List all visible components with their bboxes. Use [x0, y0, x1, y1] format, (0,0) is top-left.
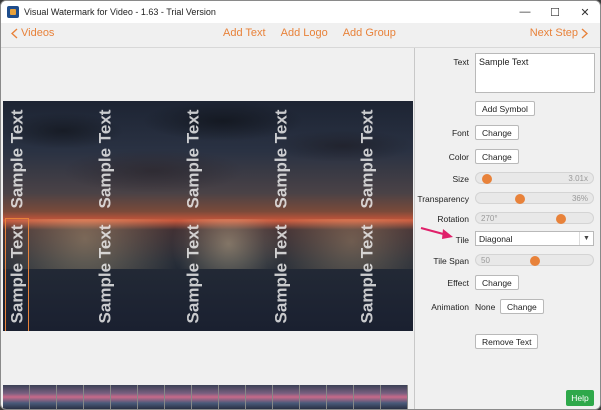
add-symbol-button[interactable]: Add Symbol [475, 101, 535, 116]
watermark-text[interactable]: Sample Text [357, 224, 377, 323]
film-frame [30, 385, 57, 409]
size-slider-knob[interactable] [482, 174, 493, 184]
rotation-slider[interactable]: 270° [475, 212, 594, 224]
watermark-column: Sample Text Sample Text [269, 101, 293, 331]
font-change-button[interactable]: Change [475, 125, 519, 140]
city-lights [3, 219, 413, 269]
chevron-down-icon[interactable]: ▼ [579, 232, 593, 245]
film-frame [192, 385, 219, 409]
film-frame [273, 385, 300, 409]
watermark-text[interactable]: Sample Text [95, 224, 115, 323]
help-button[interactable]: Help [566, 390, 594, 406]
add-text-button[interactable]: Add Text [223, 27, 266, 39]
transparency-slider-knob[interactable] [514, 194, 525, 204]
watermark-selection-box[interactable] [5, 218, 29, 331]
film-frame [57, 385, 84, 409]
preview-area: Sample Text Sample Text Sample Text Samp… [2, 48, 414, 383]
add-menu: Add Text Add Logo Add Group [223, 27, 396, 39]
window-controls: — ☐ ✕ [510, 1, 600, 23]
videos-back-label: Videos [21, 27, 55, 39]
title-bar: Visual Watermark for Video - 1.63 - Tria… [1, 1, 600, 23]
film-frame [354, 385, 381, 409]
chevron-right-icon [581, 27, 588, 39]
text-input[interactable]: Sample Text [475, 53, 595, 93]
effect-change-button[interactable]: Change [475, 275, 519, 290]
top-nav: Videos Add Text Add Logo Add Group Next … [1, 23, 600, 47]
film-frame [300, 385, 327, 409]
size-value: 3.01x [568, 174, 588, 183]
tile-span-label: Tile Span [433, 256, 469, 266]
maximize-icon[interactable]: ☐ [540, 1, 570, 23]
tile-span-slider-knob[interactable] [529, 256, 540, 266]
add-group-button[interactable]: Add Group [343, 27, 396, 39]
film-frame [165, 385, 192, 409]
film-frame [327, 385, 354, 409]
watermark-text[interactable]: Sample Text [183, 109, 203, 208]
animation-label: Animation [431, 302, 469, 312]
tile-span-value: 50 [481, 256, 490, 265]
watermark-text[interactable]: Sample Text [183, 224, 203, 323]
next-step-label: Next Step [529, 27, 578, 39]
film-frame [381, 385, 408, 409]
video-filmstrip[interactable] [3, 385, 408, 409]
watermark-text[interactable]: Sample Text [95, 109, 115, 208]
animation-value: None [475, 302, 496, 312]
film-frame [138, 385, 165, 409]
window-title: Visual Watermark for Video - 1.63 - Tria… [24, 7, 216, 17]
add-logo-button[interactable]: Add Logo [281, 27, 328, 39]
film-frame [3, 385, 30, 409]
tile-span-slider[interactable]: 50 [475, 254, 594, 266]
watermark-text[interactable]: Sample Text [271, 109, 291, 208]
film-frame [219, 385, 246, 409]
videos-back-button[interactable]: Videos [11, 27, 54, 39]
chevron-left-icon [11, 27, 18, 39]
annotation-arrow-icon [420, 226, 453, 239]
size-label: Size [452, 174, 469, 184]
watermark-column: Sample Text Sample Text [93, 101, 117, 331]
color-label: Color [448, 152, 469, 162]
text-label: Text [453, 57, 469, 67]
film-frame [84, 385, 111, 409]
animation-change-button[interactable]: Change [500, 299, 544, 314]
film-frame [111, 385, 138, 409]
watermark-column: Sample Text Sample Text [181, 101, 205, 331]
rotation-slider-knob[interactable] [555, 214, 566, 224]
watermark-text[interactable]: Sample Text [271, 224, 291, 323]
transparency-slider[interactable]: 36% [475, 192, 594, 204]
watermark-column: Sample Text Sample Text [355, 101, 379, 331]
tile-select[interactable]: Diagonal ▼ [475, 231, 594, 246]
rotation-value: 270° [481, 214, 498, 223]
watermark-text[interactable]: Sample Text [357, 109, 377, 208]
size-slider[interactable]: 3.01x [475, 172, 594, 184]
watermark-text[interactable]: Sample Text [7, 109, 27, 208]
font-label: Font [451, 128, 469, 138]
next-step-button[interactable]: Next Step [530, 27, 588, 39]
app-window: Visual Watermark for Video - 1.63 - Tria… [0, 0, 601, 410]
film-frame [246, 385, 273, 409]
close-icon[interactable]: ✕ [570, 1, 600, 23]
transparency-label: Transparency [417, 194, 469, 204]
video-preview[interactable]: Sample Text Sample Text Sample Text Samp… [3, 101, 413, 331]
rotation-label: Rotation [437, 214, 469, 224]
sky-clouds [3, 101, 413, 211]
transparency-value: 36% [571, 194, 588, 203]
app-logo-icon [7, 6, 19, 18]
color-change-button[interactable]: Change [475, 149, 519, 164]
remove-text-button[interactable]: Remove Text [475, 334, 539, 349]
tile-select-value: Diagonal [479, 233, 513, 244]
minimize-icon[interactable]: — [510, 1, 540, 23]
effect-label: Effect [447, 278, 469, 288]
